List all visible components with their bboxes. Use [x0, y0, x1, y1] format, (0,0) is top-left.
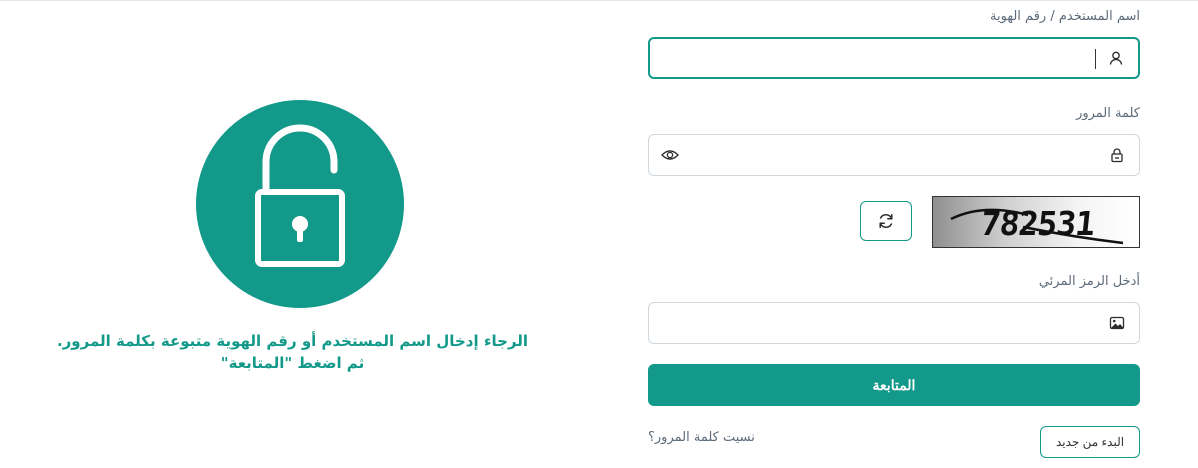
- instructions-line-1: الرجاء إدخال اسم المستخدم أو رقم الهوية …: [56, 332, 529, 350]
- captcha-noise: [950, 208, 1124, 245]
- captcha-input-label: أدخل الرمز المرئي: [1038, 274, 1140, 289]
- restart-button[interactable]: البدء من جديد: [1040, 426, 1140, 458]
- captcha-input-field[interactable]: [648, 302, 1140, 344]
- username-field[interactable]: [648, 37, 1140, 79]
- captcha-refresh-button[interactable]: [860, 201, 912, 241]
- password-field[interactable]: [648, 134, 1140, 176]
- forgot-password-link[interactable]: نسيت كلمة المرور؟: [648, 430, 755, 445]
- instructions-line-2: ثم اضغط "المتابعة": [220, 354, 365, 372]
- username-label: اسم المستخدم / رقم الهوية: [990, 9, 1140, 24]
- continue-button[interactable]: المتابعة: [648, 364, 1140, 406]
- text-caret: [1095, 49, 1096, 69]
- eye-icon[interactable]: [661, 148, 679, 162]
- instructions-text: الرجاء إدخال اسم المستخدم أو رقم الهوية …: [20, 330, 565, 374]
- password-label: كلمة المرور: [1076, 106, 1140, 121]
- user-icon: [1109, 51, 1123, 65]
- top-divider: [0, 0, 1198, 1]
- captcha-image: 782531: [932, 196, 1140, 248]
- image-icon: [1109, 316, 1125, 330]
- lock-icon: [1111, 148, 1123, 163]
- refresh-icon: [879, 214, 893, 228]
- unlocked-padlock-icon: [196, 100, 404, 308]
